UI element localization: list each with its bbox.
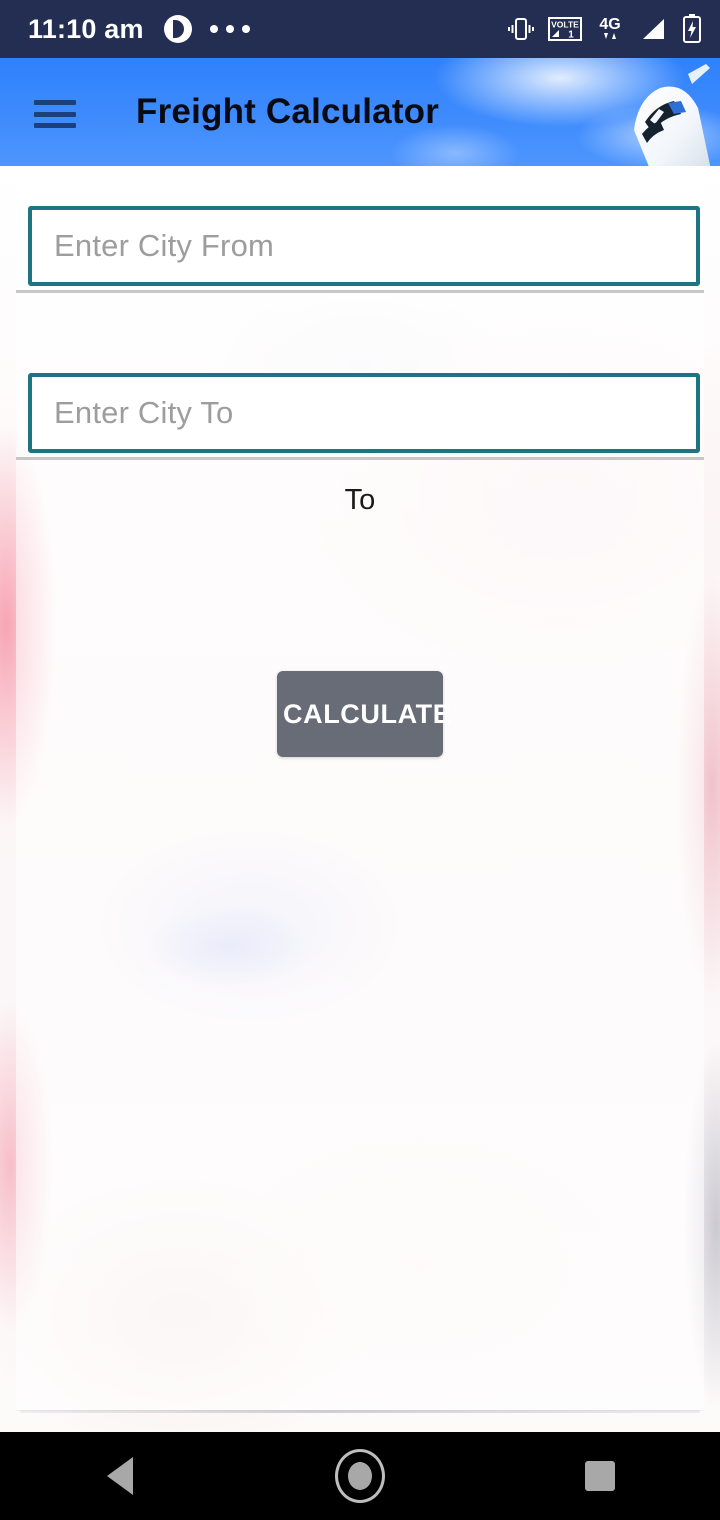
calculate-button[interactable]: CALCULATE <box>277 671 451 757</box>
city-to-field-group: Enter City To <box>16 373 704 460</box>
form-card <box>16 180 704 1410</box>
nav-home-button[interactable] <box>240 1432 480 1520</box>
status-bar-notifications <box>163 15 250 43</box>
signal-strength-icon <box>640 16 668 42</box>
svg-text:VOLTE: VOLTE <box>551 20 579 30</box>
more-notifications-dots <box>209 25 250 33</box>
page-title: Freight Calculator <box>136 92 440 131</box>
back-triangle-icon <box>107 1457 133 1495</box>
card-bottom-edge <box>20 1410 700 1413</box>
nav-back-button[interactable] <box>0 1432 240 1520</box>
app-notification-icon <box>163 15 192 43</box>
main-content: Enter City From To Enter City To CALCULA… <box>0 166 720 1432</box>
nav-recents-button[interactable] <box>480 1432 720 1520</box>
city-to-placeholder: Enter City To <box>54 395 234 430</box>
svg-text:1: 1 <box>568 30 574 41</box>
phone-screen: 11:10 am VOLTE 1 4G Freight Calculator E… <box>0 0 720 1520</box>
city-from-underline <box>16 290 704 293</box>
hamburger-menu-icon[interactable] <box>34 100 76 128</box>
volte-icon: VOLTE 1 <box>548 15 582 43</box>
home-circle-icon <box>335 1449 385 1503</box>
vibrate-icon <box>508 15 534 43</box>
airplane-image <box>634 64 711 166</box>
status-bar-system-icons: VOLTE 1 4G <box>508 14 702 44</box>
city-from-placeholder: Enter City From <box>54 228 275 263</box>
app-bar: Freight Calculator <box>0 58 720 166</box>
android-navigation-bar <box>0 1432 720 1520</box>
city-to-input[interactable]: Enter City To <box>28 373 700 453</box>
to-separator-label: To <box>344 484 376 516</box>
city-from-field-group: Enter City From <box>16 206 704 293</box>
status-bar-clock: 11:10 am <box>28 13 144 44</box>
city-from-input[interactable]: Enter City From <box>28 206 700 286</box>
status-bar: 11:10 am VOLTE 1 4G <box>0 0 720 58</box>
city-to-underline <box>16 457 704 460</box>
battery-charging-icon <box>682 14 702 44</box>
network-4g-icon: 4G <box>596 14 626 44</box>
svg-text:4G: 4G <box>599 16 620 33</box>
recents-square-icon <box>585 1461 615 1491</box>
